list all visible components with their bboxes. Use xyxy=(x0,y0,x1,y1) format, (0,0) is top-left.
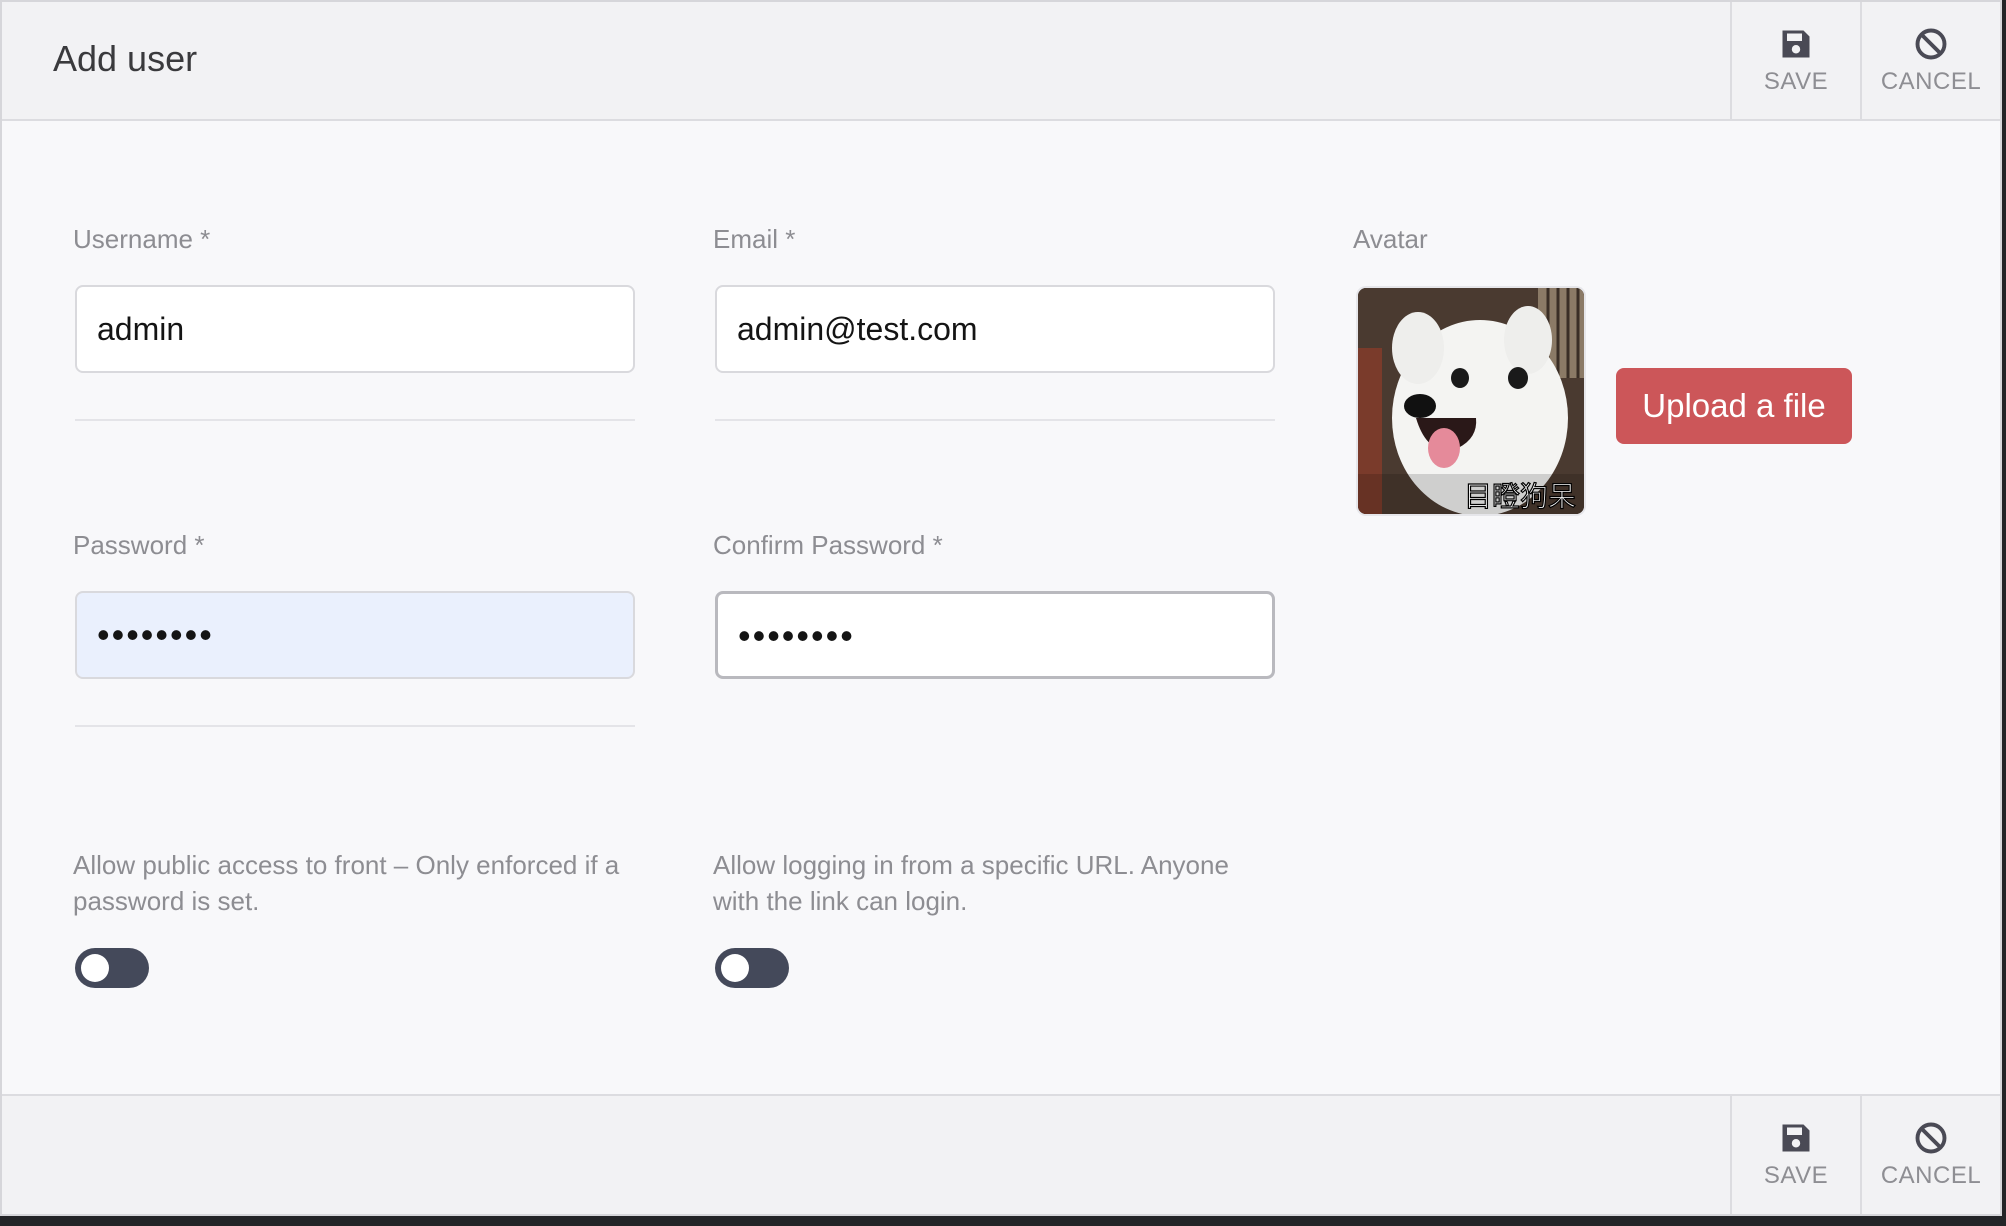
email-label: Email * xyxy=(713,224,796,254)
dialog-footer: SAVE CANCEL xyxy=(2,1094,2000,1214)
save-button[interactable]: SAVE xyxy=(1730,2,1860,119)
public-access-description: Allow public access to front – Only enfo… xyxy=(73,850,620,916)
username-divider xyxy=(75,419,635,421)
floppy-disk-icon xyxy=(1782,1124,1810,1152)
upload-file-button[interactable]: Upload a file xyxy=(1616,368,1852,444)
cancel-button[interactable]: CANCEL xyxy=(1860,2,2000,119)
username-label: Username * xyxy=(73,224,211,254)
dialog-header: Add user SAVE CANCEL xyxy=(2,2,2000,121)
confirm-password-label: Confirm Password * xyxy=(713,530,943,560)
footer-cancel-button[interactable]: CANCEL xyxy=(1860,1096,2000,1214)
prohibited-icon xyxy=(1915,28,1947,59)
footer-actions: SAVE CANCEL xyxy=(1730,1096,2000,1214)
email-input[interactable] xyxy=(715,285,1275,373)
toggle-knob xyxy=(81,954,109,982)
avatar-label: Avatar xyxy=(1353,224,1428,254)
header-actions: SAVE CANCEL xyxy=(1730,2,2000,119)
avatar-image: 目瞪狗呆 xyxy=(1358,288,1584,514)
add-user-dialog: Add user SAVE CANCEL Username * Em xyxy=(0,0,2002,1216)
password-divider xyxy=(75,725,635,727)
save-label: SAVE xyxy=(1763,67,1829,95)
footer-save-button[interactable]: SAVE xyxy=(1730,1096,1860,1214)
url-login-description: Allow logging in from a specific URL. An… xyxy=(713,850,1229,916)
floppy-disk-icon xyxy=(1782,30,1810,57)
public-access-toggle[interactable] xyxy=(75,948,149,988)
cancel-label: CANCEL xyxy=(1880,1162,1982,1189)
avatar-caption: 目瞪狗呆 xyxy=(1464,480,1576,513)
page-title: Add user xyxy=(53,38,198,79)
prohibited-icon xyxy=(1915,1122,1947,1154)
url-login-toggle[interactable] xyxy=(715,948,789,988)
toggle-knob xyxy=(721,954,749,982)
password-label: Password * xyxy=(73,530,205,560)
dog-picture: 目瞪狗呆 xyxy=(1358,288,1584,514)
username-input[interactable] xyxy=(75,285,635,373)
confirm-password-input[interactable]: •••••••• xyxy=(715,591,1275,679)
save-label: SAVE xyxy=(1763,1162,1829,1189)
email-divider xyxy=(715,419,1275,421)
cancel-label: CANCEL xyxy=(1880,67,1982,95)
password-input[interactable]: •••••••• xyxy=(75,591,635,679)
